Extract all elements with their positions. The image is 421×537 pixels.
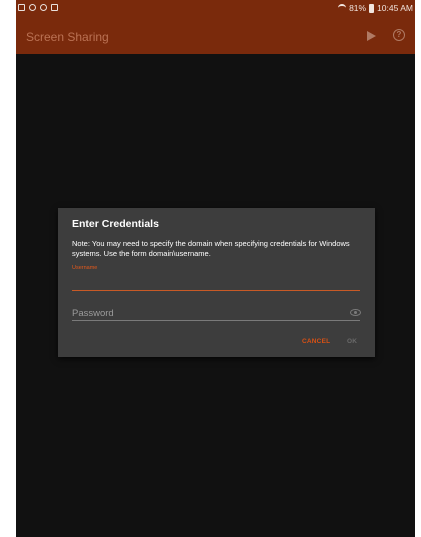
dialog-title: Enter Credentials (72, 218, 159, 230)
credentials-dialog: Enter Credentials Note: You may need to … (58, 208, 375, 357)
battery-icon (369, 3, 375, 13)
app-bar: Screen Sharing ? (16, 18, 415, 54)
image-icon (18, 4, 25, 11)
help-icon[interactable]: ? (393, 29, 405, 41)
play-icon[interactable] (367, 31, 376, 41)
status-bar: 81% 10:45 AM (16, 0, 415, 18)
clock: 10:45 AM (377, 3, 413, 13)
cancel-button[interactable]: CANCEL (302, 338, 330, 345)
headset-icon (29, 4, 36, 11)
dialog-note: Note: You may need to specify the domain… (72, 239, 350, 258)
wifi-icon (338, 4, 347, 12)
notification-icons (18, 4, 58, 11)
system-status: 81% 10:45 AM (338, 3, 413, 13)
username-label: Username (72, 265, 98, 271)
eye-icon[interactable] (350, 309, 361, 316)
device-screen: 81% 10:45 AM Screen Sharing ? Enter Cred… (16, 0, 415, 537)
battery-percent: 81% (349, 3, 367, 13)
message-icon (51, 4, 58, 11)
username-input[interactable] (72, 274, 360, 291)
ok-button[interactable]: OK (347, 338, 357, 345)
sync-icon (40, 4, 47, 11)
app-title: Screen Sharing (26, 30, 109, 44)
password-input[interactable] (72, 306, 360, 321)
